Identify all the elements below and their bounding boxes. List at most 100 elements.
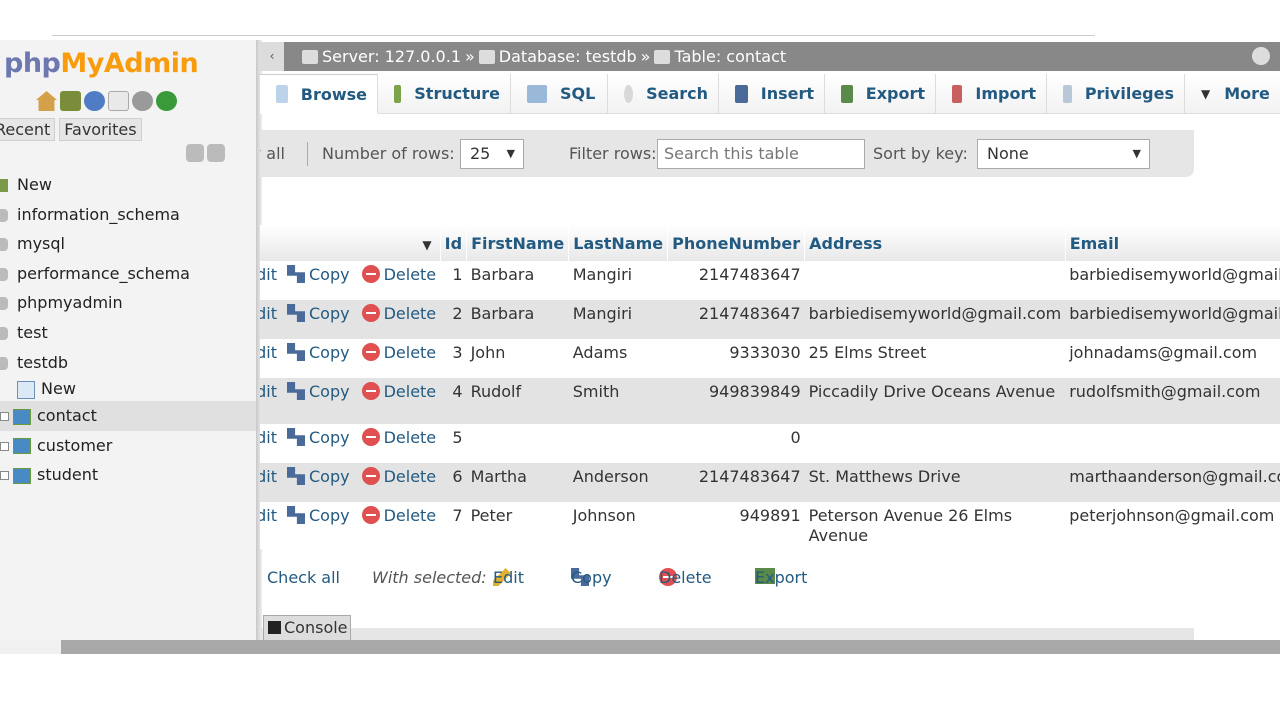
- cell-phonenumber[interactable]: 949839849: [667, 378, 805, 424]
- column-header-lastname[interactable]: LastName: [568, 225, 669, 261]
- tree-item-testdb[interactable]: testdb: [0, 348, 257, 378]
- cell-email[interactable]: peterjohnson@gmail.com: [1065, 502, 1280, 549]
- tab-privileges[interactable]: Privileges: [1047, 74, 1185, 114]
- expand-icon[interactable]: [0, 471, 9, 481]
- tab-recent[interactable]: Recent: [0, 118, 56, 141]
- table-row[interactable]: Edit Copy Delete1BarbaraMangiri2147483647 b…: [260, 261, 1280, 300]
- cell-email[interactable]: rudolfsmith@gmail.com: [1065, 378, 1280, 424]
- cell-lastname[interactable]: Mangiri: [568, 261, 668, 300]
- row-edit-link[interactable]: Edit: [260, 467, 277, 486]
- cell-email[interactable]: [1065, 424, 1280, 463]
- cell-phonenumber[interactable]: 949891: [667, 502, 805, 549]
- phpmyadmin-logo[interactable]: phpMyAdmin: [4, 48, 199, 79]
- row-copy-link[interactable]: Copy: [286, 265, 350, 284]
- cell-id[interactable]: 1: [440, 261, 467, 300]
- logout-icon[interactable]: [60, 91, 81, 111]
- cell-id[interactable]: 7: [440, 502, 467, 549]
- cell-firstname[interactable]: Barbara: [466, 300, 569, 339]
- tree-item-new[interactable]: New: [0, 170, 257, 200]
- cell-address[interactable]: Piccadily Drive Oceans Avenue: [804, 378, 1066, 424]
- cell-id[interactable]: 3: [440, 339, 467, 378]
- cell-email[interactable]: barbiedisemyworld@gmail.com: [1065, 261, 1280, 300]
- row-copy-link[interactable]: Copy: [286, 428, 350, 447]
- tab-favorites[interactable]: Favorites: [59, 118, 142, 141]
- cell-address[interactable]: Peterson Avenue 26 Elms Avenue: [804, 502, 1066, 549]
- cell-address[interactable]: 25 Elms Street: [804, 339, 1066, 378]
- row-copy-link[interactable]: Copy: [286, 304, 350, 323]
- link-with-main-icon[interactable]: [207, 144, 225, 162]
- help-icon[interactable]: [84, 91, 105, 111]
- check-all-link[interactable]: Check all: [267, 568, 340, 587]
- tab-sql[interactable]: SQL: [511, 74, 608, 114]
- row-delete-link[interactable]: Delete: [361, 467, 436, 486]
- tab-insert[interactable]: Insert: [719, 74, 825, 114]
- column-header-id[interactable]: Id: [440, 225, 468, 261]
- row-edit-link[interactable]: Edit: [260, 304, 277, 323]
- cell-address[interactable]: barbiedisemyworld@gmail.com: [804, 300, 1066, 339]
- cell-lastname[interactable]: Smith: [568, 378, 668, 424]
- horizontal-scrollbar-thumb[interactable]: [61, 640, 1280, 654]
- cell-lastname[interactable]: Anderson: [568, 463, 668, 502]
- cell-firstname[interactable]: Peter: [466, 502, 569, 549]
- reload-icon[interactable]: [156, 91, 177, 111]
- row-edit-link[interactable]: Edit: [260, 343, 277, 362]
- cell-firstname[interactable]: Rudolf: [466, 378, 569, 424]
- tab-browse[interactable]: Browse: [260, 74, 378, 114]
- cell-phonenumber[interactable]: 2147483647: [667, 463, 805, 502]
- cell-email[interactable]: barbiedisemyworld@gmail.com: [1065, 300, 1280, 339]
- column-header-firstname[interactable]: FirstName: [466, 225, 570, 261]
- cell-firstname[interactable]: [466, 424, 569, 463]
- cell-email[interactable]: johnadams@gmail.com: [1065, 339, 1280, 378]
- row-edit-link[interactable]: Edit: [260, 428, 277, 447]
- gear-icon[interactable]: [1252, 47, 1270, 65]
- tree-item-test[interactable]: test: [0, 318, 257, 348]
- rows-select[interactable]: 25 ▼: [460, 139, 524, 169]
- documentation-icon[interactable]: [108, 91, 129, 111]
- column-header-address[interactable]: Address: [804, 225, 1066, 261]
- column-header-email[interactable]: Email: [1065, 225, 1280, 261]
- row-delete-link[interactable]: Delete: [361, 265, 436, 284]
- tree-item-mysql[interactable]: mysql: [0, 229, 257, 259]
- console-toggle[interactable]: Console: [263, 615, 351, 640]
- settings-icon[interactable]: [132, 91, 153, 111]
- expand-icon[interactable]: [0, 441, 9, 451]
- table-row[interactable]: Edit Copy Delete7PeterJohnson949891Peterso…: [260, 502, 1280, 549]
- table-row[interactable]: EditCopyDelete2BarbaraMangiri2147483647b…: [260, 300, 1280, 339]
- cell-address[interactable]: [804, 261, 1066, 300]
- row-copy-link[interactable]: Copy: [286, 506, 350, 525]
- row-copy-link[interactable]: Copy: [286, 343, 350, 362]
- sort-select[interactable]: None ▼: [977, 139, 1150, 169]
- cell-firstname[interactable]: Barbara: [466, 261, 569, 300]
- cell-phonenumber[interactable]: 0: [667, 424, 805, 463]
- home-icon[interactable]: [36, 91, 57, 111]
- tree-item-information-schema[interactable]: information_schema: [0, 200, 257, 230]
- cell-id[interactable]: 4: [440, 378, 467, 424]
- cell-address[interactable]: [804, 424, 1066, 463]
- collapse-all-icon[interactable]: [186, 144, 204, 162]
- cell-lastname[interactable]: Mangiri: [568, 300, 668, 339]
- scrollbar-track[interactable]: [0, 640, 61, 654]
- row-delete-link[interactable]: Delete: [361, 428, 436, 447]
- breadcrumb-server[interactable]: Server: 127.0.0.1: [322, 47, 461, 66]
- cell-lastname[interactable]: Adams: [568, 339, 668, 378]
- tree-item-student[interactable]: student: [0, 460, 257, 490]
- tab-search[interactable]: Search: [608, 74, 719, 114]
- filter-input[interactable]: Search this table: [657, 139, 865, 169]
- cell-id[interactable]: 2: [440, 300, 467, 339]
- cell-phonenumber[interactable]: 2147483647: [667, 261, 805, 300]
- cell-lastname[interactable]: [568, 424, 668, 463]
- cell-id[interactable]: 5: [440, 424, 467, 463]
- row-copy-link[interactable]: Copy: [286, 382, 350, 401]
- collapse-sidebar-button[interactable]: ‹: [260, 42, 284, 71]
- column-menu-icon[interactable]: ▼: [422, 238, 431, 252]
- row-copy-link[interactable]: Copy: [286, 467, 350, 486]
- breadcrumb-table[interactable]: Table: contact: [674, 47, 786, 66]
- row-edit-link[interactable]: Edit: [260, 506, 277, 525]
- row-delete-link[interactable]: Delete: [361, 343, 436, 362]
- cell-address[interactable]: St. Matthews Drive: [804, 463, 1066, 502]
- cell-phonenumber[interactable]: 2147483647: [667, 300, 805, 339]
- tree-item-customer[interactable]: customer: [0, 431, 257, 461]
- cell-email[interactable]: marthaanderson@gmail.com: [1065, 463, 1280, 502]
- show-all-link[interactable]: Show all: [260, 130, 285, 177]
- row-edit-link[interactable]: Edit: [260, 265, 277, 284]
